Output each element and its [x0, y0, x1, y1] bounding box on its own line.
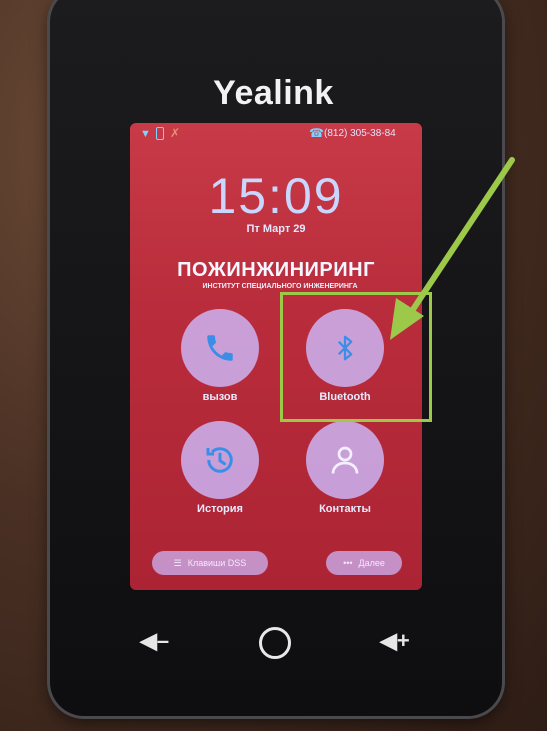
annotation-arrow	[390, 157, 515, 340]
